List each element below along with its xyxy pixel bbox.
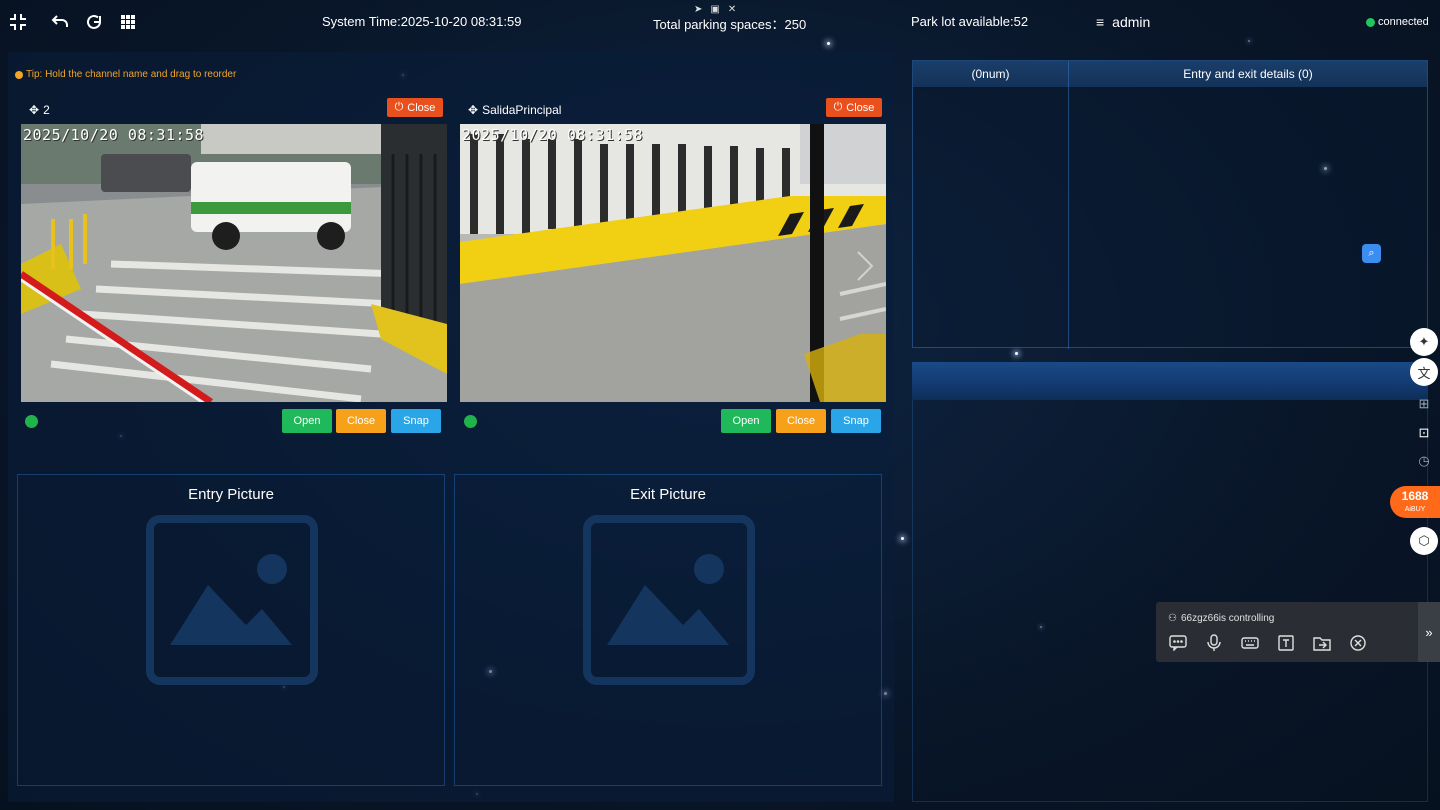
controller-label: 66zgz66is controlling <box>1180 613 1275 624</box>
controller-info: ⚇ 66zgz66is controlling <box>1168 613 1274 624</box>
connection-status: connected <box>1366 16 1429 28</box>
details-column-header: Entry and exit details (0) <box>1183 67 1313 81</box>
user-menu[interactable]: ≡ admin <box>1096 14 1150 30</box>
undo-icon[interactable] <box>50 12 70 32</box>
close-gate-button[interactable]: Close <box>776 409 826 433</box>
username: admin <box>1112 14 1151 30</box>
remote-mini-toolbar: ➤ ▣ ✕ <box>694 4 736 15</box>
total-parking-spaces: Total parking spaces：250 <box>653 17 807 32</box>
chat-icon[interactable] <box>1168 634 1188 652</box>
screenshot-icon[interactable]: ⊡ <box>1410 419 1438 447</box>
remote-actions <box>1168 634 1368 652</box>
image-placeholder-icon <box>583 515 755 685</box>
entry-picture-panel: Entry Picture <box>17 474 445 786</box>
exit-picture-panel: Exit Picture <box>454 474 882 786</box>
user-icon: ⚇ <box>1168 613 1177 624</box>
camera-controls: Open Close Snap <box>21 402 447 442</box>
channel-status-dot <box>464 415 477 428</box>
close-label: Close <box>846 101 875 114</box>
aibuy-badge[interactable]: 1688 AiBUY <box>1390 486 1440 518</box>
open-gate-button[interactable]: Open <box>282 409 332 433</box>
timer-icon[interactable]: ◷ <box>1410 447 1438 475</box>
channel-name[interactable]: ✥ 2 <box>29 103 50 117</box>
lower-panel <box>912 400 1428 802</box>
drag-move-icon[interactable]: ✥ <box>468 103 478 117</box>
close-label: Close <box>407 101 436 114</box>
camera-video-feed[interactable]: 2025/10/20 08:31:58 <box>21 124 447 402</box>
compress-icon[interactable] <box>8 12 28 32</box>
star <box>901 537 904 540</box>
close-channel-button[interactable]: ⏻ Close <box>826 98 882 117</box>
keyboard-icon[interactable] <box>1240 634 1260 652</box>
camera-channel-2: ✥ SalidaPrincipal ⏻ Close 2025/10/20 08:… <box>460 96 886 442</box>
open-gate-button[interactable]: Open <box>721 409 771 433</box>
image-placeholder-icon <box>146 515 318 685</box>
video-timestamp: 2025/10/20 08:31:58 <box>23 126 205 144</box>
remote-control-bar: ⚇ 66zgz66is controlling » <box>1156 602 1440 662</box>
settings-icon[interactable]: ⬡ <box>1410 527 1438 555</box>
top-bar: System Time:2025-10-20 08:31:59 Total pa… <box>0 0 1440 44</box>
status-dot-icon <box>1366 17 1375 27</box>
exit-picture-title: Exit Picture <box>630 486 706 503</box>
camera-channel-1: ✥ 2 ⏻ Close 2025/10/20 08:31:58 Open Clo… <box>21 96 447 442</box>
microphone-icon[interactable] <box>1204 634 1224 652</box>
column-divider <box>1068 61 1069 349</box>
entry-picture-title: Entry Picture <box>188 486 274 503</box>
entry-exit-table: (0num) Entry and exit details (0) <box>912 60 1428 349</box>
park-lot-available: Park lot available:52 <box>911 14 1029 29</box>
expand-icon[interactable]: » <box>1418 602 1440 662</box>
reorder-tip: Tip: Hold the channel name and drag to r… <box>15 69 236 80</box>
snap-button[interactable]: Snap <box>831 409 881 433</box>
video-frame <box>21 124 447 402</box>
channel-status-dot <box>25 415 38 428</box>
tip-text: Tip: Hold the channel name and drag to r… <box>26 69 237 80</box>
connection-label: connected <box>1378 16 1429 28</box>
channel-label: 2 <box>43 103 50 117</box>
system-time: System Time:2025-10-20 08:31:59 <box>322 14 522 29</box>
screen-search-icon[interactable]: ⌕ <box>1362 244 1381 263</box>
close-gate-button[interactable]: Close <box>336 409 386 433</box>
close-circle-icon[interactable] <box>1348 634 1368 652</box>
translate-icon[interactable]: 文 <box>1410 358 1438 386</box>
sparkle-icon[interactable]: ✦ <box>1410 328 1438 356</box>
camera-video-feed[interactable]: 2025/10/20 08:31:58 <box>460 124 886 402</box>
drag-move-icon[interactable]: ✥ <box>29 103 39 117</box>
badge-number: 1688 <box>1401 489 1429 503</box>
channel-label: SalidaPrincipal <box>482 103 562 117</box>
right-panel: (0num) Entry and exit details (0) <box>912 60 1428 802</box>
file-transfer-icon[interactable] <box>1312 634 1332 652</box>
power-icon: ⏻ <box>833 101 843 113</box>
menu-icon: ≡ <box>1096 14 1105 30</box>
refresh-icon[interactable] <box>84 12 104 32</box>
info-icon <box>15 70 23 79</box>
snap-button[interactable]: Snap <box>391 409 441 433</box>
secondary-header-bar <box>912 362 1428 400</box>
camera-header[interactable]: ✥ 2 ⏻ Close <box>21 96 447 124</box>
power-icon: ⏻ <box>394 101 404 113</box>
grid-icon[interactable] <box>118 12 138 32</box>
camera-controls: Open Close Snap <box>460 402 886 442</box>
text-icon[interactable] <box>1276 634 1296 652</box>
video-timestamp: 2025/10/20 08:31:58 <box>462 126 644 144</box>
table-header: (0num) Entry and exit details (0) <box>913 61 1427 87</box>
close-icon[interactable]: ✕ <box>728 4 736 15</box>
pointer-icon[interactable]: ➤ <box>694 4 702 15</box>
channel-name[interactable]: ✥ SalidaPrincipal <box>468 103 561 117</box>
screen-icon[interactable]: ▣ <box>710 4 719 15</box>
side-toolbar: ✦ 文 ⊞ ⊡ ◷ ⬡ <box>1406 328 1440 558</box>
close-channel-button[interactable]: ⏻ Close <box>387 98 443 117</box>
camera-header[interactable]: ✥ SalidaPrincipal ⏻ Close <box>460 96 886 124</box>
count-column-header: (0num) <box>971 67 1010 81</box>
image-translate-icon[interactable]: ⊞ <box>1410 390 1438 418</box>
badge-label: AiBUY <box>1404 506 1426 513</box>
video-frame <box>460 124 886 402</box>
